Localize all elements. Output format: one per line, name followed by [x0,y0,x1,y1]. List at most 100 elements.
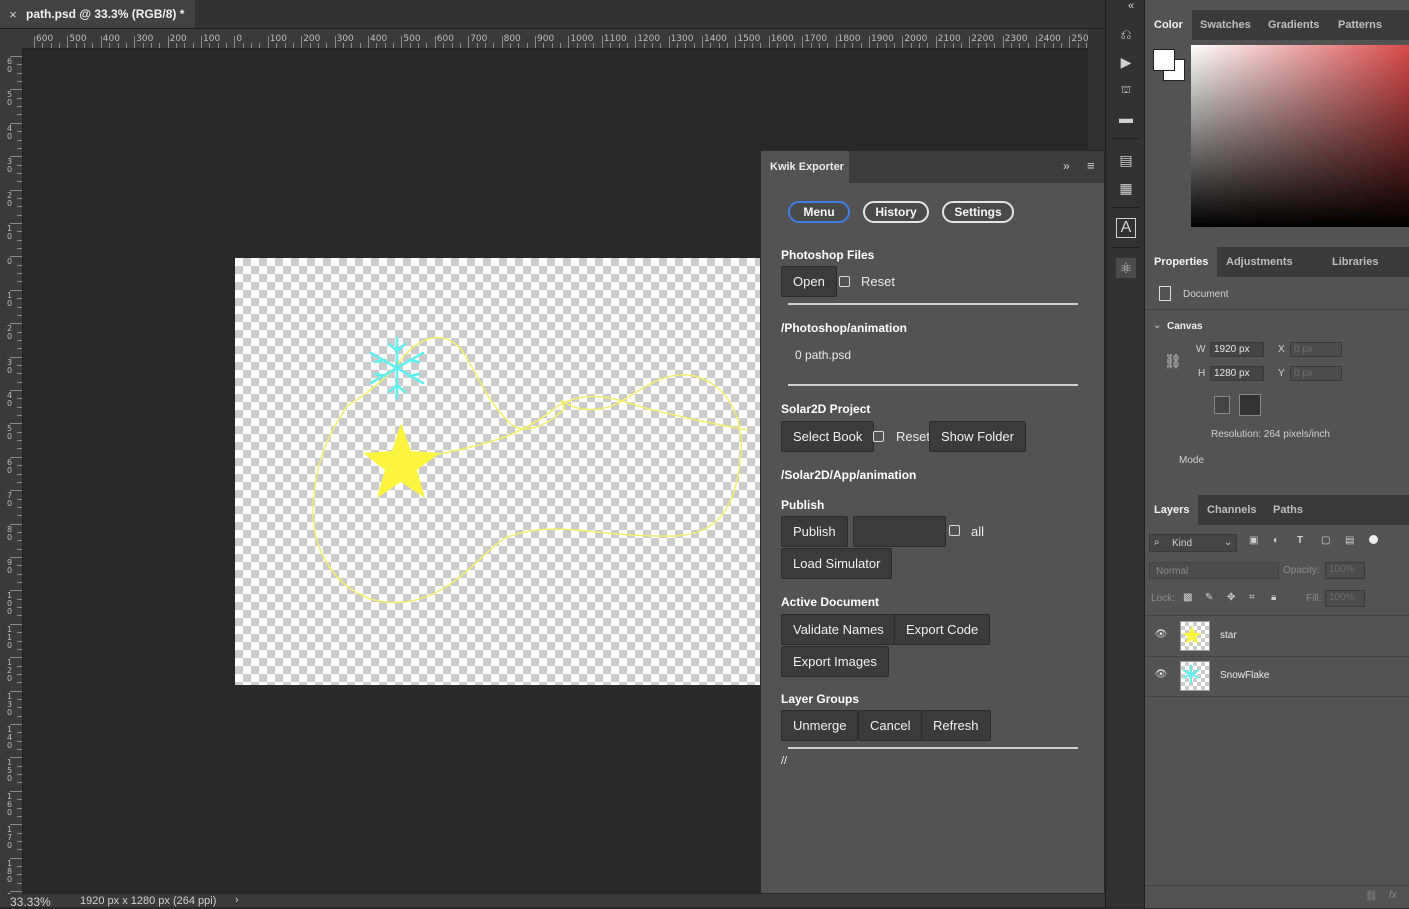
opacity-input[interactable]: 100% [1325,562,1365,579]
lock-move-icon[interactable]: ✥ [1227,592,1235,603]
type-filter-icon[interactable]: T [1297,535,1303,546]
notes-icon[interactable]: ▦ [1116,178,1136,198]
ruler-minor-tick [17,799,22,801]
ruler-minor-tick [17,573,22,575]
layer-groups-heading: Layer Groups [781,692,860,706]
paragraph-styles-icon[interactable]: ▤ [1116,150,1136,170]
ruler-label: 1500 [737,34,761,44]
comment-icon[interactable]: ▬ [1116,108,1136,128]
kwik-plugin-icon[interactable]: ⚛ [1116,258,1136,278]
link-icon[interactable]: ⛓ [1164,353,1182,370]
smart-object-filter-icon[interactable]: ▤ [1345,535,1354,546]
publish-input[interactable] [853,516,946,547]
filter-toggle-icon[interactable] [1369,535,1378,544]
export-images-button[interactable]: Export Images [781,646,889,677]
ruler-minor-tick [17,406,22,408]
ruler-minor-tick [17,515,22,517]
tab-swatches[interactable]: Swatches [1191,10,1260,40]
ruler-minor-tick [17,139,22,141]
fill-input[interactable]: 100% [1325,590,1365,607]
adjustment-filter-icon[interactable]: ◐ [1273,535,1279,546]
lock-transparent-icon[interactable]: ▩ [1183,592,1192,603]
visibility-eye-icon[interactable]: 👁︎ [1154,629,1168,643]
kwik-panel-tab[interactable]: Kwik Exporter [761,151,849,183]
width-input[interactable]: 1920 px [1210,342,1264,357]
history-tab-button[interactable]: History [863,201,929,223]
refresh-button[interactable]: Refresh [921,710,991,741]
export-code-button[interactable]: Export Code [894,614,991,645]
solar-path-heading: /Solar2D/App/animation [781,468,917,482]
shape-filter-icon[interactable]: ▢ [1321,535,1330,546]
close-tab-icon[interactable]: × [0,7,26,22]
publish-all-checkbox[interactable] [949,525,960,536]
validate-names-button[interactable]: Validate Names [781,614,896,645]
ruler-label: 1300 [670,34,694,44]
play-action-icon[interactable]: ▶ [1116,52,1136,72]
document-canvas[interactable] [235,258,760,685]
collapse-dock-icon[interactable]: « [1128,0,1134,12]
lock-all-icon[interactable]: 🔒︎ [1271,592,1276,603]
tab-channels[interactable]: Channels [1198,495,1266,525]
tab-gradients[interactable]: Gradients [1259,10,1328,40]
lock-artboard-icon[interactable]: ⌗ [1249,592,1255,603]
height-input[interactable]: 1280 px [1210,366,1264,381]
cancel-button[interactable]: Cancel [858,710,923,741]
pixel-filter-icon[interactable]: ▣ [1249,535,1258,546]
link-layers-icon[interactable]: ⛓ [1365,891,1378,902]
ruler-minor-tick [292,43,294,48]
ruler-minor-tick [17,339,22,341]
ruler-minor-tick [359,43,361,48]
character-icon[interactable]: A [1116,218,1136,238]
unmerge-button[interactable]: Unmerge [781,710,859,741]
strip-separator [1112,207,1140,208]
star-thumbnail-art [1182,626,1202,644]
show-folder-button[interactable]: Show Folder [929,421,1026,452]
psd-file-item[interactable]: 0 path.psd [795,348,851,362]
tab-libraries[interactable]: Libraries [1323,247,1387,277]
publish-button[interactable]: Publish [781,516,848,547]
foreground-color-swatch[interactable] [1153,49,1175,71]
tab-adjustments[interactable]: Adjustments [1217,247,1302,277]
history-brush-icon[interactable]: ⎌ [1116,24,1136,44]
tab-paths[interactable]: Paths [1264,495,1312,525]
menu-tab-button[interactable]: Menu [788,201,850,223]
layer-row-snowflake[interactable]: 👁︎ SnowFlake [1145,656,1409,697]
lock-brush-icon[interactable]: ✎ [1205,592,1213,603]
tab-layers[interactable]: Layers [1145,495,1199,525]
reset-project-checkbox[interactable] [873,431,884,442]
tab-properties[interactable]: Properties [1145,247,1218,277]
tab-color[interactable]: Color [1145,10,1192,40]
reset-files-checkbox[interactable] [839,276,850,287]
portrait-orientation-icon[interactable] [1214,396,1230,414]
ruler-label: 900 [537,34,555,44]
ruler-minor-tick [17,682,22,684]
chevron-down-icon[interactable]: ⌄ [1153,320,1161,331]
strip-separator [1112,247,1140,248]
settings-tab-button[interactable]: Settings [942,201,1014,223]
plugin-icon[interactable]: ⛫ [1116,80,1136,100]
document-tab[interactable]: × path.psd @ 33.3% (RGB/8) * [0,0,195,28]
tab-patterns[interactable]: Patterns [1329,10,1391,40]
fx-icon[interactable]: fx [1389,890,1397,901]
color-field[interactable] [1191,45,1409,227]
blend-mode-select[interactable]: Normal [1149,562,1279,579]
x-input[interactable]: 0 px [1290,342,1342,357]
visibility-eye-icon[interactable]: 👁︎ [1154,669,1168,683]
y-input[interactable]: 0 px [1290,366,1342,381]
open-button[interactable]: Open [781,266,837,297]
landscape-orientation-icon[interactable] [1239,394,1261,416]
status-expand-icon[interactable]: › [235,894,239,906]
load-simulator-button[interactable]: Load Simulator [781,548,893,579]
ruler-minor-tick [17,172,22,174]
collapse-panel-icon[interactable]: » [1063,159,1070,173]
ruler-label: 100 [203,34,221,44]
ruler-tick [535,36,536,48]
ruler-label: 1700 [804,34,828,44]
ruler-label: 130 [7,691,13,717]
publish-heading: Publish [781,498,825,512]
select-book-button[interactable]: Select Book [781,421,875,452]
layer-name: SnowFlake [1220,670,1270,681]
panel-menu-icon[interactable]: ≡ [1087,158,1095,173]
kind-filter-select[interactable]: ⌕ Kind ⌄ [1149,534,1237,552]
layer-row-star[interactable]: 👁︎ star [1145,615,1409,657]
